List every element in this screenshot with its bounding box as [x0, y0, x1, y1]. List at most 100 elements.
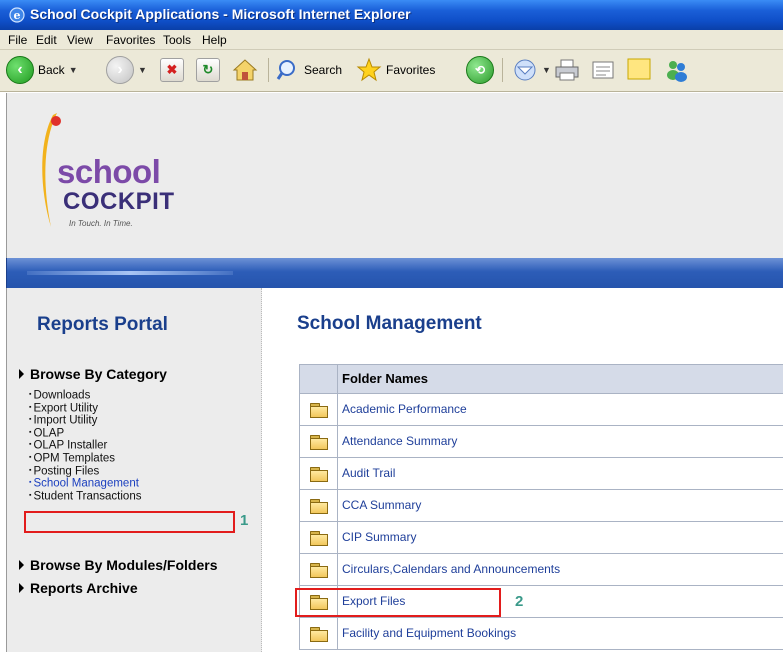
table-row[interactable]: Audit Trail: [300, 458, 783, 490]
folder-link[interactable]: Academic Performance: [338, 394, 783, 425]
folder-icon: [309, 498, 328, 514]
back-button[interactable]: ‹ Back ▼: [6, 56, 78, 84]
window-title-bar[interactable]: e School Cockpit Applications - Microsof…: [0, 0, 783, 30]
page-title: School Management: [297, 313, 482, 334]
messenger-icon: [667, 61, 687, 82]
toolbar-separator: [268, 58, 269, 82]
mail-icon: [514, 59, 536, 81]
history-button[interactable]: ⟲: [466, 56, 494, 84]
home-button[interactable]: [232, 56, 258, 84]
folder-icon: [309, 402, 328, 418]
folder-link[interactable]: Circulars,Calendars and Announcements: [338, 554, 783, 585]
table-row[interactable]: CCA Summary: [300, 490, 783, 522]
toolbar-separator: [502, 58, 503, 82]
chevron-down-icon[interactable]: ▼: [138, 65, 147, 75]
folder-link[interactable]: CIP Summary: [338, 522, 783, 553]
category-item-export-utility[interactable]: Export Utility: [29, 402, 141, 415]
menu-file[interactable]: File: [8, 33, 27, 47]
favorites-button[interactable]: Favorites: [356, 56, 435, 84]
folder-icon: [309, 434, 328, 450]
favorites-star-icon: [356, 57, 382, 82]
print-icon: [555, 59, 579, 81]
nav-highlight: [27, 271, 233, 275]
refresh-icon: ↻: [196, 58, 220, 82]
folder-icon: [309, 562, 328, 578]
reports-archive-label: Reports Archive: [30, 580, 138, 596]
column-header-folder-names: Folder Names: [342, 371, 428, 386]
menu-bar: File Edit View Favorites Tools Help: [0, 30, 783, 50]
category-item-import-utility[interactable]: Import Utility: [29, 414, 141, 427]
header-icon-cell: [300, 365, 338, 393]
browse-by-modules-label: Browse By Modules/Folders: [30, 557, 218, 573]
browse-by-modules-folders[interactable]: Browse By Modules/Folders: [19, 557, 217, 573]
back-arrow-icon: ‹: [6, 56, 34, 84]
edit-page-icon: [592, 61, 614, 79]
discuss-button[interactable]: [626, 56, 652, 84]
category-item-olap[interactable]: OLAP: [29, 427, 141, 440]
menu-view[interactable]: View: [67, 33, 93, 47]
mail-button[interactable]: ▼: [512, 56, 551, 84]
logo-tagline: In Touch. In Time.: [69, 219, 133, 228]
edit-button[interactable]: [590, 56, 616, 84]
table-row[interactable]: Academic Performance: [300, 394, 783, 426]
stop-button[interactable]: ✖: [160, 56, 184, 84]
history-icon: ⟲: [466, 56, 494, 84]
chevron-down-icon[interactable]: ▼: [542, 65, 551, 75]
table-row[interactable]: Facility and Equipment Bookings: [300, 618, 783, 650]
folder-icon: [309, 466, 328, 482]
folder-icon: [309, 626, 328, 642]
forward-button[interactable]: › ▼: [106, 56, 147, 84]
internet-explorer-icon: e: [9, 7, 25, 23]
reports-archive[interactable]: Reports Archive: [19, 580, 138, 596]
sidebar: Reports Portal Browse By Category Downlo…: [6, 288, 262, 652]
browse-by-category[interactable]: Browse By Category: [19, 366, 167, 382]
site-header: school COCKPIT In Touch. In Time.: [6, 93, 783, 258]
favorites-label: Favorites: [386, 63, 436, 77]
svg-text:e: e: [14, 9, 21, 22]
caret-right-icon: [19, 560, 24, 570]
category-item-opm-templates[interactable]: OPM Templates: [29, 452, 141, 465]
category-list: Downloads Export Utility Import Utility …: [29, 389, 141, 502]
highlight-box-school-management: [24, 511, 235, 533]
step-marker-1: 1: [240, 512, 249, 529]
category-item-student-transactions[interactable]: Student Transactions: [29, 490, 141, 503]
folder-link[interactable]: Attendance Summary: [338, 426, 783, 457]
stop-icon: ✖: [160, 58, 184, 82]
folder-icon: [309, 530, 328, 546]
note-icon: [627, 58, 651, 80]
category-item-school-management[interactable]: School Management: [29, 477, 141, 490]
forward-arrow-icon: ›: [106, 56, 134, 84]
print-button[interactable]: [554, 56, 580, 84]
back-label: Back: [38, 63, 65, 77]
table-header: Folder Names: [300, 365, 783, 394]
toolbar: ‹ Back ▼ › ▼ ✖ ↻ Search Favorites ⟲ ▼: [0, 50, 783, 92]
menu-favorites[interactable]: Favorites: [106, 33, 155, 47]
table-row[interactable]: Circulars,Calendars and Announcements: [300, 554, 783, 586]
window-title: School Cockpit Applications - Microsoft …: [30, 6, 411, 22]
refresh-button[interactable]: ↻: [196, 56, 220, 84]
step-marker-2: 2: [515, 593, 524, 610]
logo-cockpit-text: COCKPIT: [63, 188, 175, 215]
category-item-downloads[interactable]: Downloads: [29, 389, 141, 402]
home-icon: [232, 59, 258, 81]
header-nav-bar: [6, 258, 783, 288]
menu-help[interactable]: Help: [202, 33, 227, 47]
sidebar-title: Reports Portal: [37, 314, 168, 335]
menu-tools[interactable]: Tools: [163, 33, 191, 47]
table-row[interactable]: Attendance Summary: [300, 426, 783, 458]
search-button[interactable]: Search: [276, 56, 342, 84]
folder-link[interactable]: Audit Trail: [338, 458, 783, 489]
logo-school-text: school: [57, 153, 161, 190]
folder-link[interactable]: Facility and Equipment Bookings: [338, 618, 783, 649]
search-icon: [276, 60, 295, 80]
search-label: Search: [304, 63, 343, 77]
messenger-button[interactable]: [664, 56, 690, 84]
caret-right-icon: [19, 583, 24, 593]
chevron-down-icon[interactable]: ▼: [69, 65, 78, 75]
category-item-posting-files[interactable]: Posting Files: [29, 465, 141, 478]
category-item-olap-installer[interactable]: OLAP Installer: [29, 439, 141, 452]
table-row[interactable]: CIP Summary: [300, 522, 783, 554]
folder-link[interactable]: CCA Summary: [338, 490, 783, 521]
menu-edit[interactable]: Edit: [36, 33, 57, 47]
highlight-box-export-files: [295, 588, 501, 617]
